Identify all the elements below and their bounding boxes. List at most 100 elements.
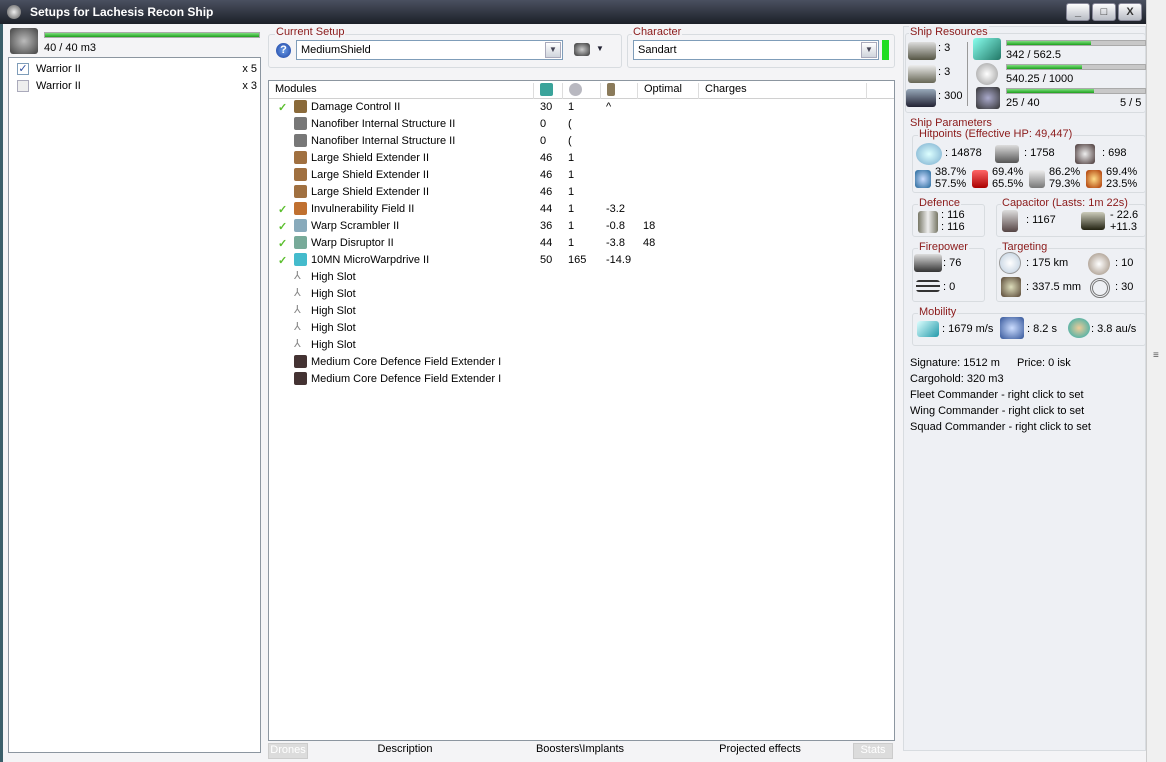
tab-boosters-implants[interactable]: Boosters\Implants — [505, 743, 655, 759]
module-name: Invulnerability Field II — [311, 203, 415, 215]
active-check-icon: ✓ — [278, 102, 288, 114]
module-row[interactable]: Medium Core Defence Field Extender I — [269, 354, 869, 371]
warp-scrambler-icon — [294, 219, 307, 232]
module-powergrid: ( — [568, 135, 572, 147]
drone-list[interactable]: ✓ Warrior II x 5 Warrior II x 3 — [8, 57, 261, 753]
current-setup-label: Current Setup — [275, 26, 346, 38]
module-optimal: 18 — [643, 220, 656, 232]
module-name: Medium Core Defence Field Extender I — [311, 356, 502, 368]
column-powergrid[interactable] — [563, 83, 601, 99]
splitter-grip-icon[interactable]: ≡ — [1153, 350, 1159, 361]
fleet-commander[interactable]: Fleet Commander - right click to set — [910, 389, 1084, 401]
module-row[interactable]: ⅄ High Slot — [269, 320, 869, 337]
module-row[interactable]: Medium Core Defence Field Extender I — [269, 371, 869, 388]
targeting-range-icon — [999, 252, 1021, 274]
invulnerability-icon — [294, 202, 307, 215]
firepower-label: Firepower — [918, 241, 969, 253]
app-icon[interactable] — [7, 5, 21, 19]
column-cpu[interactable] — [534, 83, 563, 99]
help-icon[interactable]: ? — [276, 43, 291, 58]
column-charges[interactable]: Charges — [699, 83, 867, 99]
module-row[interactable]: Nanofiber Internal Structure II 0 ( — [269, 116, 869, 133]
module-row[interactable]: ⅄ High Slot — [269, 269, 869, 286]
module-name: Large Shield Extender II — [311, 169, 430, 181]
chevron-down-icon[interactable]: ▼ — [545, 42, 561, 58]
resist-value: 65.5% — [992, 178, 1024, 190]
setup-value: MediumShield — [301, 44, 371, 56]
module-name: Large Shield Extender II — [311, 186, 430, 198]
character-select[interactable]: Sandart ▼ — [633, 40, 879, 60]
module-row[interactable]: ⅄ High Slot — [269, 303, 869, 320]
column-optimal[interactable]: Optimal — [638, 83, 699, 99]
module-name: High Slot — [311, 271, 356, 283]
tab-projected-effects[interactable]: Projected effects — [680, 743, 840, 759]
capacitor-icon — [607, 83, 615, 96]
column-modules[interactable]: Modules — [269, 83, 534, 99]
modules-list[interactable]: Modules Optimal Charges ✓ Damage Control … — [268, 80, 895, 741]
module-row[interactable]: ✓ 10MN MicroWarpdrive II 50 165 -14.9 — [269, 252, 869, 269]
drone-item[interactable]: ✓ Warrior II x 5 — [17, 62, 257, 78]
calibration-value: : 300 — [938, 90, 963, 102]
module-name: Large Shield Extender II — [311, 152, 430, 164]
rig-icon — [294, 372, 307, 385]
module-optimal: 48 — [643, 237, 656, 249]
drone-bandwidth-text: 40 / 40 m3 — [44, 42, 96, 54]
module-row[interactable]: ✓ Invulnerability Field II 44 1 -3.2 — [269, 201, 869, 218]
resist-value: 79.3% — [1049, 178, 1081, 190]
module-row[interactable]: ✓ Warp Scrambler II 36 1 -0.8 18 — [269, 218, 869, 235]
module-name: Damage Control II — [311, 101, 401, 113]
capacitor-recharge-icon — [1081, 212, 1105, 230]
tab-drones[interactable]: Drones — [268, 743, 308, 759]
module-row[interactable]: Large Shield Extender II 46 1 — [269, 184, 869, 201]
tab-description[interactable]: Description — [330, 743, 480, 759]
chevron-down-icon[interactable]: ▼ — [861, 42, 877, 58]
turret-dps-icon — [914, 254, 942, 272]
speed-icon — [917, 321, 939, 337]
slot-icon: ⅄ — [294, 321, 301, 333]
active-drones-value: 5 / 5 — [1120, 97, 1142, 109]
module-row[interactable]: Large Shield Extender II 46 1 — [269, 150, 869, 167]
minimize-button[interactable]: _ — [1066, 3, 1090, 21]
setup-select[interactable]: MediumShield ▼ — [296, 40, 563, 60]
module-row[interactable]: ✓ Damage Control II 30 1 ^ — [269, 99, 869, 116]
maximize-button[interactable]: □ — [1092, 3, 1116, 21]
tab-stats[interactable]: Stats — [853, 743, 893, 759]
resist-value: 86.2% — [1049, 166, 1081, 178]
drone-count: x 5 — [242, 63, 257, 75]
max-velocity: : 1679 m/s — [942, 323, 994, 335]
squad-commander[interactable]: Squad Commander - right click to set — [910, 421, 1091, 433]
module-cpu: 0 — [540, 135, 547, 147]
module-cpu: 36 — [540, 220, 553, 232]
module-row[interactable]: Nanofiber Internal Structure II 0 ( — [269, 133, 869, 150]
module-row[interactable]: Large Shield Extender II 46 1 — [269, 167, 869, 184]
module-capacitor: -3.2 — [606, 203, 625, 215]
module-cpu: 46 — [540, 186, 553, 198]
mwd-icon — [294, 253, 307, 266]
resist-value: 38.7% — [935, 166, 967, 178]
drone-item[interactable]: Warrior II x 3 — [17, 79, 257, 95]
module-row[interactable]: ✓ Warp Disruptor II 44 1 -3.8 48 — [269, 235, 869, 252]
missile-dps-icon — [916, 280, 940, 292]
active-check-icon: ✓ — [278, 238, 288, 250]
module-name: Nanofiber Internal Structure II — [311, 118, 456, 130]
close-button[interactable]: X — [1118, 3, 1142, 21]
slot-icon: ⅄ — [294, 338, 301, 350]
cargohold: Cargohold: 320 m3 — [910, 373, 1004, 385]
align-time-icon — [1000, 317, 1024, 339]
defence-value-a: : 116 — [941, 209, 965, 221]
module-cpu: 44 — [540, 203, 553, 215]
drone-menu-button[interactable]: ▼ — [574, 42, 606, 58]
capacitor-usage: - 22.6 — [1110, 209, 1139, 221]
drone-icon — [574, 43, 590, 56]
module-powergrid: 1 — [568, 186, 575, 198]
drone-checkbox[interactable] — [17, 80, 29, 92]
column-capacitor[interactable] — [601, 83, 638, 99]
nanofiber-icon — [294, 117, 307, 130]
module-row[interactable]: ⅄ High Slot — [269, 286, 869, 303]
wing-commander[interactable]: Wing Commander - right click to set — [910, 405, 1084, 417]
drone-checkbox[interactable]: ✓ — [17, 63, 29, 75]
active-check-icon: ✓ — [278, 204, 288, 216]
align-time: : 8.2 s — [1027, 323, 1057, 335]
module-row[interactable]: ⅄ High Slot — [269, 337, 869, 354]
defence-value-b: : 116 — [941, 221, 965, 233]
